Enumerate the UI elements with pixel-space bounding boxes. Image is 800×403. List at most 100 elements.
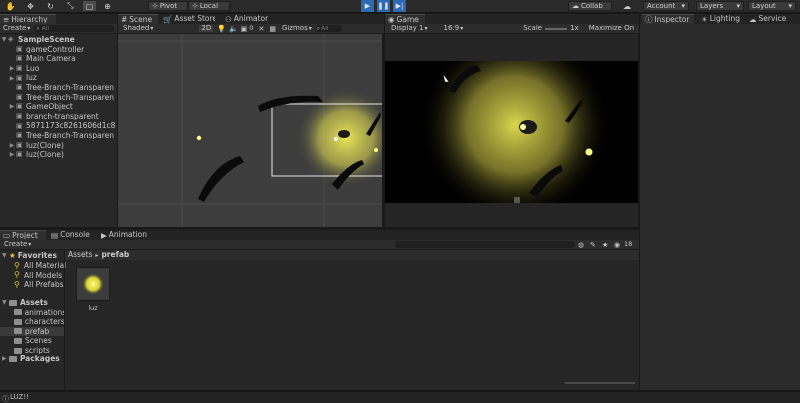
favorite-item[interactable]: ⚲ All Material [14,261,66,271]
favorite-item[interactable]: ⚲ All Prefabs [14,280,64,290]
hierarchy-item[interactable]: ▶ ▣ luz(Clone) [0,150,118,160]
gameobject-icon: ▣ [16,44,23,53]
hierarchy-item[interactable]: ▣ gameController [0,45,118,55]
chevron-right-icon[interactable]: ▶ [8,151,16,158]
hand-icon[interactable]: ✋ [4,1,17,11]
project-create-dropdown[interactable]: Create [4,241,27,248]
play-button[interactable]: ▶ [361,0,374,12]
tab-animation[interactable]: ▶ Animation [98,230,154,240]
asset-folder[interactable]: prefab [0,326,64,337]
rect-icon[interactable]: ▢ [83,1,96,11]
light-glow [296,88,382,188]
packages-header[interactable]: ▶ Packages [2,354,60,364]
audio-icon[interactable]: 🔈 [229,25,238,33]
assets-header[interactable]: ▼ Assets [2,298,48,308]
rotate-icon[interactable]: ↻ [44,1,57,11]
layers-dropdown[interactable]: Layers ▾ [696,1,744,11]
hierarchy-item[interactable]: ▶ ▣ Luo [0,64,118,74]
chevron-down-icon: ▾ [460,25,464,32]
collab-dropdown[interactable]: ☁ Collab [568,1,612,11]
gizmos-dropdown[interactable]: Gizmos [282,25,308,32]
tab-game[interactable]: ◉ Game [385,14,425,24]
mode-2d-toggle[interactable]: 2D [199,25,214,32]
tab-project[interactable]: ▭ Project [0,230,46,240]
favorite-item-label: All Prefabs [24,281,64,289]
favorite-icon[interactable]: ★ [602,241,608,249]
tab-console[interactable]: ▤ Console [48,230,96,240]
gameobject-icon: ▣ [16,73,23,82]
aspect-dropdown[interactable]: 16:9 [444,25,460,32]
inspector-tabbar: ⓘ Inspector ☀ Lighting ☁ Service [640,14,800,24]
local-toggle[interactable]: ⊹ Local [188,1,230,11]
hierarchy-item[interactable]: ▶ ▣ GameObject [0,102,118,112]
pause-button[interactable]: ❚❚ [377,0,390,12]
search-icon: ⚲ [14,270,20,280]
hierarchy-tabbar: ≡ Hierarchy [0,14,117,24]
asset-folder[interactable]: characters [0,317,64,327]
effects-icon[interactable]: ▣ [241,25,248,33]
folder-icon [14,347,22,354]
chevron-right-icon[interactable]: ▶ [8,103,16,110]
eye-icon[interactable]: ◉ [614,241,620,249]
hierarchy-item[interactable]: ▣ Tree-Branch-Transparen [0,83,118,93]
scene-root[interactable]: ▼ ◈ SampleScene [0,35,118,45]
star-icon: ★ [9,251,16,261]
chevron-right-icon[interactable]: ▶ [8,75,16,82]
filter-label-icon[interactable]: ✎ [590,241,596,249]
tab-services[interactable]: ☁ Service [746,14,800,24]
tools-icon[interactable]: ✕ [258,25,264,33]
chevron-down-icon: ▾ [28,241,32,248]
chevron-right-icon[interactable]: ▶ [8,142,16,149]
move-icon[interactable]: ✥ [24,1,37,11]
grid-icon: # [121,15,128,24]
tab-scene[interactable]: # Scene [118,14,158,24]
scene-search-input[interactable]: ⌕ All [315,25,342,32]
hierarchy-item[interactable]: ▶ ▣ luz(Clone) [0,141,118,151]
breadcrumb-prefab[interactable]: prefab [101,251,129,259]
breadcrumb-assets[interactable]: Assets [68,251,92,259]
tab-animator[interactable]: ⚇ Animator [222,14,274,24]
create-dropdown[interactable]: Create [3,25,26,32]
hierarchy-item[interactable]: ▣ branch-transparent [0,112,118,122]
shading-dropdown[interactable]: Shaded [123,25,149,32]
project-search-input[interactable] [395,241,575,248]
tab-hierarchy[interactable]: ≡ Hierarchy [0,14,56,24]
tab-lighting[interactable]: ☀ Lighting [698,14,746,24]
gameobject-icon: ▣ [16,63,23,72]
asset-folder[interactable]: Scenes [0,336,64,346]
transform-icon[interactable]: ⊕ [101,1,114,11]
tab-asset-store[interactable]: 🛒 Asset Store [160,14,218,24]
status-message[interactable]: LUZ!! [10,394,29,401]
layout-dropdown[interactable]: Layout ▾ [748,1,796,11]
hierarchy-item[interactable]: ▣ Main Camera [0,54,118,64]
filter-type-icon[interactable]: ◍ [578,241,584,249]
cloud-services-icon[interactable]: ☁ [620,1,634,11]
hierarchy-item[interactable]: ▶ ▣ luz [0,73,118,83]
pivot-toggle[interactable]: ⊹ Pivot [148,1,188,11]
maximize-on-play-toggle[interactable]: Maximize On [589,25,634,32]
camera-icon[interactable]: ▦ [269,25,276,33]
folder-icon [14,328,22,335]
hierarchy-search-input[interactable]: ⌕ All [34,25,115,32]
pane-divider[interactable] [64,250,65,390]
chevron-right-icon[interactable]: ▶ [8,65,16,72]
light-icon[interactable]: 💡 [217,25,226,33]
asset-thumbnail-luz[interactable] [76,267,110,301]
hierarchy-item-label: luz(Clone) [26,141,64,149]
tab-inspector[interactable]: ⓘ Inspector [642,14,694,24]
favorite-item[interactable]: ⚲ All Models [14,271,62,281]
favorites-header[interactable]: ▼ ★ Favorites [2,251,57,261]
scene-view[interactable] [118,34,382,227]
scale-slider[interactable] [545,27,568,30]
hierarchy-item[interactable]: ▣ Tree-Branch-Transparen [0,93,118,103]
account-dropdown[interactable]: Account ▾ [643,1,689,11]
thumbnail-size-slider[interactable] [565,382,635,384]
favorites-label: Favorites [17,252,57,260]
game-view[interactable] [385,34,638,227]
hierarchy-item[interactable]: ▣ Tree-Branch-Transparen [0,131,118,141]
step-button[interactable]: ▶| [393,0,406,12]
asset-folder[interactable]: animations [0,308,64,318]
scale-icon[interactable]: ⤡ [64,1,77,11]
display-dropdown[interactable]: Display 1 [391,25,423,32]
hierarchy-item[interactable]: ▣ 5871173c8261606d1c8 [0,121,118,131]
